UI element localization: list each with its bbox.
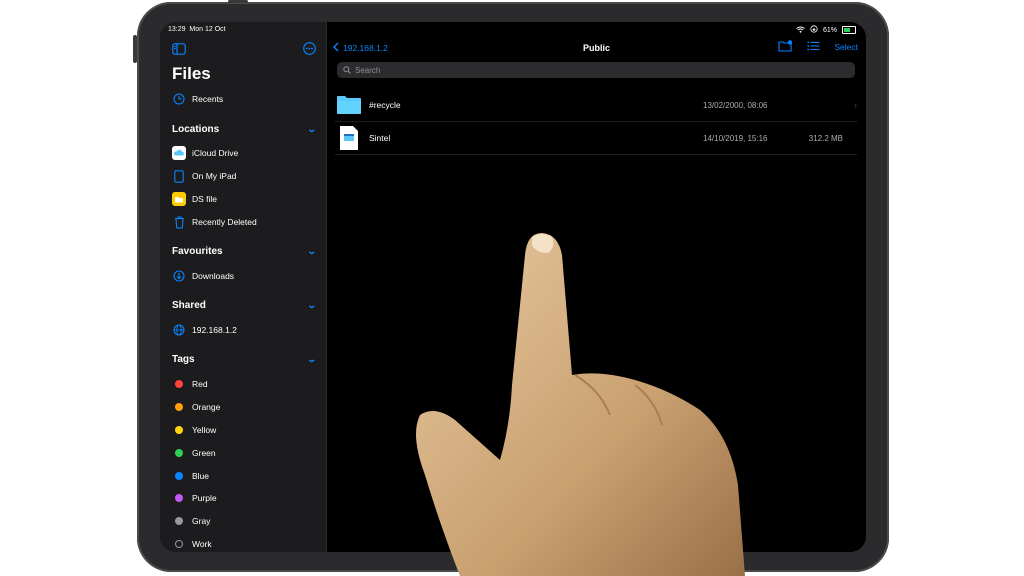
chevron-down-icon[interactable]: ⌄ — [307, 124, 318, 135]
sidebar-item-recently-deleted[interactable]: Recently Deleted — [172, 213, 316, 231]
tag-color-dot-icon — [172, 491, 186, 505]
list-view-icon[interactable] — [807, 41, 820, 53]
sidebar-item-downloads[interactable]: Downloads — [172, 267, 316, 285]
sidebar-toggle-icon[interactable] — [172, 42, 186, 60]
ipad-icon — [172, 169, 186, 183]
search-input[interactable]: Search — [355, 66, 380, 75]
status-bar: 13:29 Mon 12 Oct 61% — [160, 22, 866, 36]
tag-color-dot-icon — [172, 423, 186, 437]
folder-icon — [335, 95, 363, 115]
tag-color-dot-icon — [172, 514, 186, 528]
sidebar-item-server[interactable]: 192.168.1.2 — [172, 321, 316, 339]
volume-button — [133, 35, 137, 63]
tag-color-dot-icon — [172, 469, 186, 483]
section-shared[interactable]: Shared ⌄ — [172, 297, 318, 313]
section-tags[interactable]: Tags ⌄ — [172, 351, 318, 367]
section-favourites[interactable]: Favourites ⌄ — [172, 243, 318, 259]
chevron-down-icon[interactable]: ⌄ — [307, 246, 318, 257]
sidebar-toolbar — [172, 42, 316, 58]
sidebar-item-tag-yellow[interactable]: Yellow — [172, 421, 316, 439]
new-folder-icon[interactable] — [778, 40, 793, 54]
top-button — [228, 0, 248, 3]
wifi-icon — [796, 26, 805, 35]
battery-icon — [842, 26, 856, 34]
download-icon — [172, 269, 186, 283]
file-name: Sintel — [369, 133, 391, 143]
video-file-icon — [335, 125, 363, 151]
sidebar-item-icloud-drive[interactable]: iCloud Drive — [172, 144, 316, 162]
sidebar-item-tag-work[interactable]: Work — [172, 535, 316, 552]
search-icon — [343, 66, 351, 74]
file-name: #recycle — [369, 100, 401, 110]
sidebar-item-recents[interactable]: Recents — [172, 90, 316, 108]
file-row-recycle[interactable]: #recycle 13/02/2000, 08:06 › — [335, 89, 857, 122]
sidebar-item-ds-file[interactable]: DS file — [172, 190, 316, 208]
search-field[interactable]: Search — [337, 62, 855, 78]
screen-lock-icon — [810, 25, 818, 35]
section-locations[interactable]: Locations ⌄ — [172, 121, 318, 137]
sidebar-item-tag-green[interactable]: Green — [172, 444, 316, 462]
globe-icon — [172, 323, 186, 337]
file-date: 13/02/2000, 08:06 — [703, 100, 768, 110]
clock-icon — [172, 92, 186, 106]
status-time: 13:29 Mon 12 Oct — [168, 26, 226, 33]
ds-file-icon — [172, 192, 186, 206]
sidebar-item-tag-red[interactable]: Red — [172, 375, 316, 393]
tag-color-dot-icon — [172, 400, 186, 414]
sidebar-item-on-my-ipad[interactable]: On My iPad — [172, 167, 316, 185]
trash-icon — [172, 215, 186, 229]
file-date: 14/10/2019, 15:16 — [703, 133, 768, 143]
tag-color-dot-icon — [172, 537, 186, 551]
icloud-icon — [172, 146, 186, 160]
chevron-down-icon[interactable]: ⌄ — [307, 300, 318, 311]
sidebar-item-tag-purple[interactable]: Purple — [172, 489, 316, 507]
sidebar: Files Recents Locations ⌄ iCloud Drive O… — [160, 22, 327, 552]
file-size: 312.2 MB — [808, 133, 843, 143]
file-row-sintel[interactable]: Sintel 14/10/2019, 15:16 312.2 MB — [335, 122, 857, 155]
page-title: Files — [172, 64, 211, 83]
pointing-hand — [416, 233, 745, 576]
more-options-icon[interactable] — [303, 42, 316, 60]
chevron-right-icon: › — [854, 100, 857, 110]
select-button[interactable]: Select — [834, 42, 858, 52]
sidebar-item-tag-orange[interactable]: Orange — [172, 398, 316, 416]
chevron-down-icon[interactable]: ⌄ — [307, 354, 318, 365]
sidebar-item-tag-gray[interactable]: Gray — [172, 512, 316, 530]
tag-color-dot-icon — [172, 377, 186, 391]
sidebar-item-tag-blue[interactable]: Blue — [172, 467, 316, 485]
tag-color-dot-icon — [172, 446, 186, 460]
battery-percent: 61% — [822, 26, 837, 34]
